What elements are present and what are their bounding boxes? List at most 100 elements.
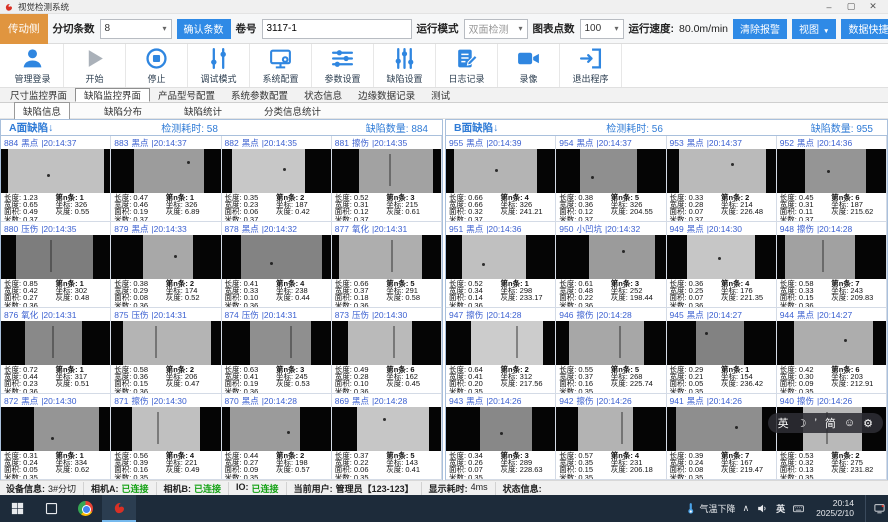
defect-cell[interactable]: 943 黑点 |20:14:26 长度: 0.34 宽度: 0.26 面积: 0…	[446, 394, 556, 480]
touch-keyboard-icon[interactable]	[792, 502, 805, 515]
inspection-app-icon[interactable]	[102, 495, 136, 522]
defect-cell[interactable]: 869 黑点 |20:14:28 长度: 0.37 宽度: 0.22 面积: 0…	[332, 394, 442, 480]
defect-cell[interactable]: 882 黑点 |20:14:35 长度: 0.35 宽度: 0.23 面积: 0…	[222, 136, 332, 222]
defect-mark	[174, 255, 177, 258]
toolbar-button-stop[interactable]: 停止	[126, 44, 188, 87]
clear-alarm-button[interactable]: 清除报警	[733, 19, 787, 39]
sub-tab-0[interactable]: 缺陷信息	[14, 102, 70, 120]
minimize-button[interactable]: –	[818, 0, 840, 13]
defect-cell[interactable]: 884 黑点 |20:14:37 长度: 1.23 宽度: 0.65 面积: 0…	[1, 136, 111, 222]
defect-timestamp: |20:14:37	[41, 138, 76, 148]
defect-cell[interactable]: 880 压伤 |20:14:35 长度: 0.85 宽度: 0.42 面积: 0…	[1, 222, 111, 308]
defect-type: 黑点	[242, 137, 259, 149]
defect-cell[interactable]: 942 擦伤 |20:14:26 长度: 0.57 宽度: 0.35 面积: 0…	[556, 394, 666, 480]
defect-cell[interactable]: 945 黑点 |20:14:27 长度: 0.29 宽度: 0.21 面积: 0…	[667, 308, 777, 394]
main-tab-4[interactable]: 状态信息	[296, 88, 350, 102]
defect-cell[interactable]: 941 黑点 |20:14:26 长度: 0.39 宽度: 0.24 面积: 0…	[667, 394, 777, 480]
defect-cell[interactable]: 875 压伤 |20:14:31 长度: 0.58 宽度: 0.36 面积: 0…	[111, 308, 221, 394]
defect-cell[interactable]: 871 擦伤 |20:14:30 长度: 0.56 宽度: 0.39 面积: 0…	[111, 394, 221, 480]
toolbar-button-exit-door[interactable]: 退出程序	[560, 44, 622, 87]
defect-cell[interactable]: 870 黑点 |20:14:28 长度: 0.44 宽度: 0.27 面积: 0…	[222, 394, 332, 480]
defect-cell[interactable]: 953 黑点 |20:14:37 长度: 0.33 宽度: 0.28 面积: 0…	[667, 136, 777, 222]
lang-en-toggle[interactable]: 英	[778, 415, 789, 431]
defect-cell[interactable]: 872 黑点 |20:14:30 长度: 0.31 宽度: 0.24 面积: 0…	[1, 394, 111, 480]
punctuation-toggle[interactable]: ’	[814, 417, 816, 429]
view-menu-button[interactable]: 视图	[792, 19, 836, 39]
weather-widget[interactable]: 气温下降	[684, 502, 736, 515]
defect-cell[interactable]: 873 压伤 |20:14:30 长度: 0.49 宽度: 0.28 面积: 0…	[332, 308, 442, 394]
toolbar-button-play[interactable]: 开始	[64, 44, 126, 87]
defect-cell[interactable]: 946 擦伤 |20:14:28 长度: 0.55 宽度: 0.37 面积: 0…	[556, 308, 666, 394]
defect-cell[interactable]: 951 黑点 |20:14:36 长度: 0.52 宽度: 0.34 面积: 0…	[446, 222, 556, 308]
sub-tab-3[interactable]: 分类信息统计	[256, 103, 329, 119]
main-tab-1[interactable]: 缺陷监控界面	[75, 88, 150, 102]
defect-cell[interactable]: 940 擦伤 |20:14:26 长度: 0.53 宽度: 0.32 面积: 0…	[777, 394, 887, 480]
halfmoon-icon[interactable]: ☽	[797, 417, 807, 430]
defect-cell[interactable]: 952 黑点 |20:14:36 长度: 0.45 宽度: 0.31 面积: 0…	[777, 136, 887, 222]
gear-icon[interactable]: ⚙	[863, 417, 873, 430]
defect-cell[interactable]: 947 擦伤 |20:14:28 长度: 0.64 宽度: 0.41 面积: 0…	[446, 308, 556, 394]
emoji-icon[interactable]: ☺	[844, 417, 855, 429]
main-tab-0[interactable]: 尺寸监控界面	[2, 88, 75, 102]
main-tab-2[interactable]: 产品型号配置	[150, 88, 223, 102]
defect-timestamp: |20:14:31	[151, 310, 186, 320]
tray-expand-caret[interactable]: ∧	[743, 503, 750, 514]
notification-center-icon[interactable]	[873, 502, 886, 515]
defect-mark	[516, 326, 518, 358]
defect-cell[interactable]: 950 小凹坑 |20:14:32 长度: 0.61 宽度: 0.48 面积: …	[556, 222, 666, 308]
main-tab-3[interactable]: 系统参数配置	[223, 88, 296, 102]
start-button[interactable]	[0, 495, 34, 522]
toolbar-button-log-pencil[interactable]: 日志记录	[436, 44, 498, 87]
defect-info: 长度: 0.52 宽度: 0.34 面积: 0.14 米数: 0.36 第n条:…	[446, 279, 555, 308]
defect-cell[interactable]: 955 黑点 |20:14:39 长度: 0.66 宽度: 0.66 面积: 0…	[446, 136, 556, 222]
sub-tab-1[interactable]: 缺陷分布	[96, 103, 150, 119]
confirm-strips-button[interactable]: 确认条数	[177, 19, 231, 39]
close-button[interactable]: ✕	[862, 0, 884, 13]
defect-image	[667, 407, 776, 451]
data-quick-access-button[interactable]: 数据快捷访问	[841, 19, 888, 39]
main-tab-5[interactable]: 边缘数据记录	[350, 88, 423, 102]
defect-info: 长度: 0.37 宽度: 0.22 面积: 0.06 米数: 0.35 第n条:…	[332, 451, 441, 480]
browser-icon[interactable]	[68, 495, 102, 522]
defect-cell[interactable]: 949 黑点 |20:14:30 长度: 0.36 宽度: 0.25 面积: 0…	[667, 222, 777, 308]
toolbar-button-sliders-vertical[interactable]: 缺陷设置	[374, 44, 436, 87]
toolbar-button-video-camera[interactable]: 录像	[498, 44, 560, 87]
defect-cell[interactable]: 948 擦伤 |20:14:28 长度: 0.58 宽度: 0.33 面积: 0…	[777, 222, 887, 308]
toolbar-button-monitor-gear[interactable]: 系统配置	[250, 44, 312, 87]
defect-info: 长度: 0.58 宽度: 0.33 面积: 0.15 米数: 0.36 第n条:…	[777, 279, 886, 308]
toolbar-button-label: 缺陷设置	[386, 72, 422, 85]
toolbar-button-sliders-horizontal[interactable]: 参数设置	[312, 44, 374, 87]
defect-cell[interactable]: 944 黑点 |20:14:27 长度: 0.42 宽度: 0.30 面积: 0…	[777, 308, 887, 394]
defect-grayscale: 灰度: 241.21	[500, 208, 552, 215]
defect-cell[interactable]: 877 氧化 |20:14:31 长度: 0.66 宽度: 0.37 面积: 0…	[332, 222, 442, 308]
chart-points-select[interactable]: 100	[580, 19, 624, 39]
defect-timestamp: |20:14:26	[486, 396, 521, 406]
defect-cell[interactable]: 874 压伤 |20:14:31 长度: 0.63 宽度: 0.41 面积: 0…	[222, 308, 332, 394]
volume-icon[interactable]	[756, 502, 769, 515]
sub-tab-2[interactable]: 缺陷统计	[176, 103, 230, 119]
maximize-button[interactable]: ▢	[840, 0, 862, 13]
toolbar-button-debug-sliders[interactable]: 调试模式	[188, 44, 250, 87]
task-view-icon[interactable]	[34, 495, 68, 522]
panel-a-title[interactable]: A面缺陷↓	[9, 120, 53, 135]
roll-number-input[interactable]	[262, 19, 412, 39]
thermometer-icon	[684, 502, 697, 515]
defect-cell[interactable]: 883 黑点 |20:14:37 长度: 0.47 宽度: 0.46 面积: 0…	[111, 136, 221, 222]
taskbar-clock[interactable]: 20:14 2025/2/10	[812, 499, 858, 518]
defect-cell[interactable]: 878 黑点 |20:14:32 长度: 0.41 宽度: 0.33 面积: 0…	[222, 222, 332, 308]
panel-b-title[interactable]: B面缺陷↓	[454, 120, 498, 135]
defect-cell[interactable]: 876 氧化 |20:14:31 长度: 0.72 宽度: 0.44 面积: 0…	[1, 308, 111, 394]
toolbar-button-user[interactable]: 管理登录	[2, 44, 64, 87]
defect-cell[interactable]: 954 黑点 |20:14:37 长度: 0.38 宽度: 0.36 面积: 0…	[556, 136, 666, 222]
ime-language-bar[interactable]: 英 ☽ ’ 简 ☺ ⚙	[768, 413, 883, 433]
simplified-toggle[interactable]: 简	[825, 415, 836, 431]
icon-toolbar: 管理登录开始停止调试模式系统配置参数设置缺陷设置 日志记录录像退出程序	[0, 44, 888, 88]
defect-cell[interactable]: 879 黑点 |20:14:33 长度: 0.38 宽度: 0.29 面积: 0…	[111, 222, 221, 308]
strip-count-select[interactable]: 8	[100, 19, 172, 39]
main-tab-6[interactable]: 测试	[423, 88, 458, 102]
log-pencil-icon	[454, 46, 479, 71]
defect-grayscale: 灰度: 228.63	[500, 466, 552, 473]
run-mode-select[interactable]: 双面检测	[464, 19, 528, 39]
defect-cell[interactable]: 881 擦伤 |20:14:35 长度: 0.52 宽度: 0.31 面积: 0…	[332, 136, 442, 222]
language-indicator[interactable]: 英	[776, 502, 785, 515]
